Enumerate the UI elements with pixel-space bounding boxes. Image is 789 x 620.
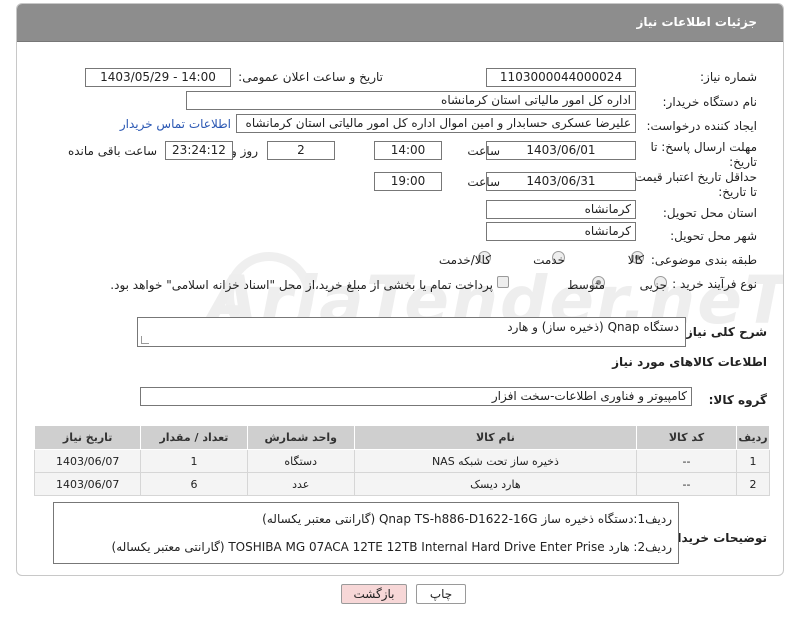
buyer-contact-link[interactable]: اطلاعات تماس خریدار — [120, 117, 231, 131]
need-number-field: 1103000044000024 — [486, 68, 636, 87]
province-field: کرمانشاه — [486, 200, 636, 219]
goods-table: ردیف کد کالا نام کالا واحد شمارش تعداد /… — [33, 425, 770, 496]
table-row: 2 -- هارد دیسک عدد 6 1403/06/07 — [33, 472, 770, 496]
page-title: جزئیات اطلاعات نیاز — [636, 15, 757, 29]
process-option-minor: جزیی — [639, 278, 667, 292]
send-time-label: ساعت — [467, 144, 500, 158]
treasury-payment-note: پرداخت تمام یا بخشی از مبلغ خرید،از محل … — [110, 278, 493, 292]
goods-group-field: کامپیوتر و فناوری اطلاعات-سخت افزار — [140, 387, 692, 406]
send-time-field: 14:00 — [374, 141, 442, 160]
col-index: ردیف — [736, 425, 770, 450]
category-option-goods-service: کالا/خدمت — [438, 253, 491, 267]
price-validity-label: حداقل تاریخ اعتبار قیمت: تا تاریخ: — [630, 170, 757, 199]
cell-index: 1 — [736, 449, 770, 473]
province-label: استان محل تحویل: — [662, 206, 757, 220]
city-label: شهر محل تحویل: — [670, 229, 757, 243]
details-panel: جزئیات اطلاعات نیاز AriaTender.neT شماره… — [16, 3, 784, 576]
remaining-time-field: 23:24:12 — [165, 141, 233, 160]
cell-name: هارد دیسک — [353, 472, 637, 496]
cell-code: -- — [635, 449, 738, 473]
category-label: طبقه بندی موضوعی: — [650, 253, 757, 267]
buyer-notes-line-2: ردیف2: هارد TOSHIBA MG 07ACA 12TE 12TB I… — [111, 540, 672, 554]
days-field: 2 — [267, 141, 335, 160]
send-deadline-label: مهلت ارسال پاسخ: تا تاریخ: — [650, 140, 757, 169]
back-button[interactable]: بازگشت — [341, 584, 407, 604]
buyer-notes-box: ردیف1:دستگاه ذخیره ساز Qnap TS-h886-D162… — [53, 502, 679, 564]
buyer-notes-line-1: ردیف1:دستگاه ذخیره ساز Qnap TS-h886-D162… — [262, 512, 672, 526]
cell-unit: عدد — [246, 472, 355, 496]
send-date-field: 1403/06/01 — [486, 141, 636, 160]
cell-code: -- — [635, 472, 738, 496]
process-option-medium: متوسط — [567, 278, 605, 292]
need-number-label: شماره نیاز: — [700, 70, 757, 84]
announce-field: 1403/05/29 - 14:00 — [85, 68, 231, 87]
city-field: کرمانشاه — [486, 222, 636, 241]
announce-label: تاریخ و ساعت اعلان عمومی: — [238, 70, 383, 84]
category-option-goods: کالا — [627, 253, 644, 267]
panel-header: جزئیات اطلاعات نیاز — [17, 4, 783, 42]
treasury-payment-checkbox[interactable] — [497, 276, 509, 288]
description-text: دستگاه Qnap (ذخیره ساز) و هارد — [507, 320, 679, 334]
col-unit: واحد شمارش — [246, 425, 355, 450]
price-date-field: 1403/06/31 — [486, 172, 636, 191]
remaining-label: ساعت باقی مانده — [67, 144, 157, 158]
category-option-service: خدمت — [533, 253, 565, 267]
cell-qty: 1 — [140, 449, 248, 473]
buyer-org-field: اداره کل امور مالیاتی استان کرمانشاه — [186, 91, 636, 110]
col-date: تاریخ نیاز — [33, 425, 142, 450]
price-time-label: ساعت — [467, 175, 500, 189]
col-code: کد کالا — [635, 425, 738, 450]
goods-section-title: اطلاعات کالاهای مورد نیاز — [612, 355, 767, 369]
description-textarea: دستگاه Qnap (ذخیره ساز) و هارد — [137, 317, 686, 347]
buyer-notes-label: توضیحات خریدار: — [665, 531, 767, 545]
table-row: 1 -- ذخیره ساز تحت شبکه NAS دستگاه 1 140… — [33, 449, 770, 473]
description-label: شرح کلی نیاز: — [681, 325, 767, 339]
resize-grip-icon[interactable] — [141, 336, 149, 344]
goods-group-label: گروه کالا: — [708, 393, 767, 407]
process-label: نوع فرآیند خرید : — [672, 277, 757, 291]
cell-qty: 6 — [140, 472, 248, 496]
creator-label: ایجاد کننده درخواست: — [646, 119, 757, 133]
col-name: نام کالا — [353, 425, 637, 450]
cell-name: ذخیره ساز تحت شبکه NAS — [353, 449, 637, 473]
goods-table-header: ردیف کد کالا نام کالا واحد شمارش تعداد /… — [33, 425, 770, 450]
creator-field: علیرضا عسکری حسابدار و امین اموال اداره … — [236, 114, 636, 133]
cell-date: 1403/06/07 — [33, 472, 142, 496]
cell-unit: دستگاه — [246, 449, 355, 473]
days-label: روز و — [231, 144, 258, 158]
cell-index: 2 — [736, 472, 770, 496]
price-time-field: 19:00 — [374, 172, 442, 191]
print-button[interactable]: چاپ — [416, 584, 466, 604]
buyer-org-label: نام دستگاه خریدار: — [662, 95, 758, 109]
col-qty: تعداد / مقدار — [140, 425, 248, 450]
cell-date: 1403/06/07 — [33, 449, 142, 473]
